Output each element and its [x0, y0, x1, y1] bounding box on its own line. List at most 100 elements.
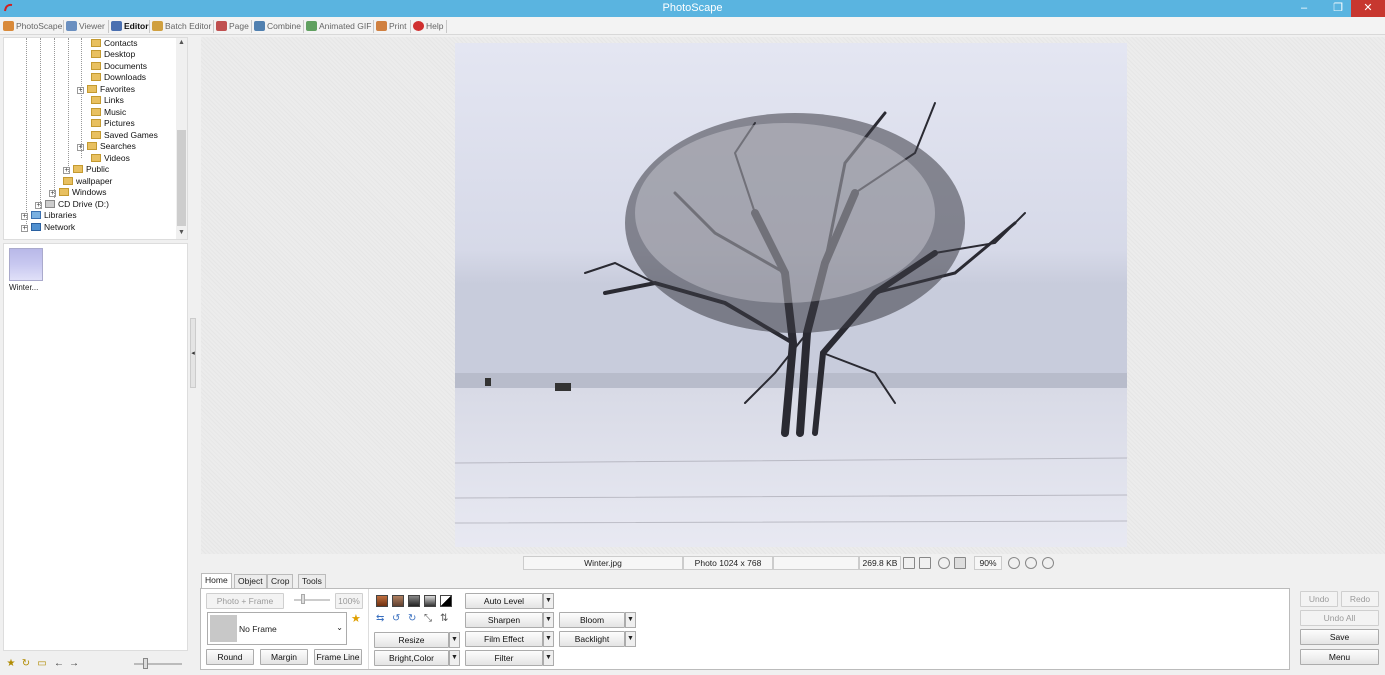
info-icon[interactable] — [1042, 557, 1054, 569]
zoom-actual-icon[interactable] — [938, 557, 950, 569]
tone-icon-5[interactable] — [440, 595, 452, 607]
frame-select[interactable]: No Frame ⌄ — [207, 612, 347, 645]
tone-icon-1[interactable] — [376, 595, 388, 607]
tree-item-libraries[interactable]: + Libraries — [21, 210, 77, 221]
frame-slider[interactable] — [294, 599, 330, 601]
subtab-home[interactable]: Home — [201, 573, 232, 589]
auto-level-dropdown[interactable]: ▼ — [543, 593, 554, 609]
bloom-dropdown[interactable]: ▼ — [625, 612, 636, 628]
tree-item-cd-drive[interactable]: + CD Drive (D:) — [35, 199, 109, 210]
filter-dropdown[interactable]: ▼ — [543, 650, 554, 666]
subtab-object[interactable]: Object — [234, 574, 267, 589]
fit-screen-icon[interactable] — [919, 557, 931, 569]
minimize-button[interactable]: – — [1293, 0, 1315, 17]
bloom-button[interactable]: Bloom — [559, 612, 625, 628]
expand-icon[interactable]: + — [49, 190, 56, 197]
level-icon[interactable]: ⇅ — [440, 613, 452, 625]
tone-icon-3[interactable] — [408, 595, 420, 607]
tab-combine[interactable]: Combine — [254, 19, 301, 34]
tree-item-videos[interactable]: Videos — [91, 153, 130, 164]
expand-icon[interactable]: + — [21, 225, 28, 232]
tab-editor[interactable]: Editor — [111, 19, 149, 34]
checkerboard-icon[interactable] — [903, 557, 915, 569]
tab-help[interactable]: Help — [413, 19, 443, 34]
tab-photoscape[interactable]: PhotoScape — [3, 19, 62, 34]
zoom-out-icon[interactable] — [1025, 557, 1037, 569]
tree-item-windows[interactable]: + Windows — [49, 187, 106, 198]
resize-button[interactable]: Resize — [374, 632, 449, 648]
filter-button[interactable]: Filter — [465, 650, 543, 666]
flip-icon[interactable]: ⇆ — [376, 613, 388, 625]
expand-icon[interactable]: + — [77, 87, 84, 94]
frame-slider-knob[interactable] — [301, 594, 305, 604]
photo-preview[interactable] — [455, 43, 1127, 547]
slider-knob[interactable] — [143, 658, 148, 669]
back-arrow-icon[interactable]: ← — [53, 658, 65, 670]
tree-item-favorites[interactable]: + Favorites — [77, 84, 135, 95]
sharpen-button[interactable]: Sharpen — [465, 612, 543, 628]
frame-line-button[interactable]: Frame Line — [314, 649, 362, 665]
photo-frame-button[interactable]: Photo + Frame — [206, 593, 284, 609]
tree-item-desktop[interactable]: Desktop — [91, 49, 135, 60]
film-effect-dropdown[interactable]: ▼ — [543, 631, 554, 647]
round-button[interactable]: Round — [206, 649, 254, 665]
subtab-tools[interactable]: Tools — [298, 574, 326, 589]
resize-dropdown[interactable]: ▼ — [449, 632, 460, 648]
tree-item-links[interactable]: Links — [91, 95, 124, 106]
backlight-button[interactable]: Backlight — [559, 631, 625, 647]
tree-item-contacts[interactable]: Contacts — [91, 38, 138, 49]
thumbnail-size-slider[interactable] — [134, 663, 182, 665]
tree-item-downloads[interactable]: Downloads — [91, 72, 146, 83]
undo-all-button[interactable]: Undo All — [1300, 610, 1379, 626]
expand-icon[interactable]: + — [63, 167, 70, 174]
favorite-star-icon[interactable]: ★ — [351, 612, 363, 625]
subtab-crop[interactable]: Crop — [267, 574, 294, 589]
favorite-star-icon[interactable]: ★ — [5, 658, 17, 670]
zoom-fit-icon[interactable] — [954, 557, 966, 569]
scroll-down-icon[interactable]: ▼ — [176, 228, 187, 238]
tree-item-network[interactable]: + Network — [21, 222, 75, 233]
film-effect-button[interactable]: Film Effect — [465, 631, 543, 647]
tab-animated-gif[interactable]: Animated GIF — [306, 19, 371, 34]
tree-item-documents[interactable]: Documents — [91, 61, 147, 72]
redo-button[interactable]: Redo — [1341, 591, 1379, 607]
scroll-thumb[interactable] — [177, 130, 186, 226]
tab-page[interactable]: Page — [216, 19, 249, 34]
bright-color-button[interactable]: Bright,Color — [374, 650, 449, 666]
forward-arrow-icon[interactable]: → — [68, 658, 80, 670]
tree-item-searches[interactable]: + Searches — [77, 141, 136, 152]
rotate-left-icon[interactable]: ↺ — [392, 613, 404, 625]
expand-icon[interactable]: + — [35, 202, 42, 209]
tree-item-music[interactable]: Music — [91, 107, 126, 118]
panel-splitter[interactable]: ◂ — [190, 318, 196, 388]
expand-icon[interactable]: + — [77, 144, 84, 151]
folder-add-icon[interactable]: ▭ — [36, 658, 48, 670]
thumbnail-image[interactable] — [9, 248, 43, 281]
tree-item-public[interactable]: + Public — [63, 164, 109, 175]
tree-item-saved-games[interactable]: Saved Games — [91, 130, 158, 141]
straighten-icon[interactable]: ⤡ — [424, 613, 436, 625]
tab-viewer[interactable]: Viewer — [66, 19, 105, 34]
tab-batch-editor[interactable]: Batch Editor — [152, 19, 211, 34]
bright-color-dropdown[interactable]: ▼ — [449, 650, 460, 666]
auto-level-button[interactable]: Auto Level — [465, 593, 543, 609]
expand-icon[interactable]: + — [21, 213, 28, 220]
undo-button[interactable]: Undo — [1300, 591, 1338, 607]
tree-scrollbar[interactable]: ▲ ▼ — [176, 38, 187, 239]
rotate-right-icon[interactable]: ↻ — [408, 613, 420, 625]
tree-item-wallpaper[interactable]: wallpaper — [63, 176, 112, 187]
save-button[interactable]: Save — [1300, 629, 1379, 645]
sharpen-dropdown[interactable]: ▼ — [543, 612, 554, 628]
margin-button[interactable]: Margin — [260, 649, 308, 665]
tab-print[interactable]: Print — [376, 19, 406, 34]
restore-button[interactable]: ❐ — [1327, 0, 1349, 17]
tone-icon-4[interactable] — [424, 595, 436, 607]
scroll-up-icon[interactable]: ▲ — [176, 38, 187, 48]
menu-button[interactable]: Menu — [1300, 649, 1379, 665]
backlight-dropdown[interactable]: ▼ — [625, 631, 636, 647]
close-button[interactable]: ✕ — [1351, 0, 1385, 17]
tone-icon-2[interactable] — [392, 595, 404, 607]
folder-tree[interactable]: Contacts Desktop Documents Downloads + Fa… — [3, 37, 188, 240]
zoom-in-icon[interactable] — [1008, 557, 1020, 569]
tree-item-pictures[interactable]: Pictures — [91, 118, 135, 129]
